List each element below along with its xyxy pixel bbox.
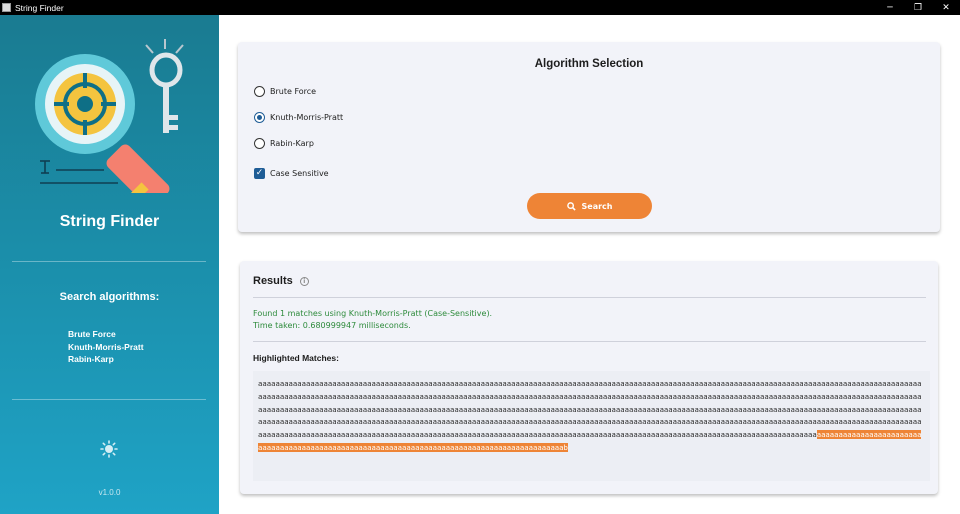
results-title: Results <box>253 275 293 287</box>
search-button-label: Search <box>581 201 613 211</box>
info-icon[interactable]: i <box>299 276 309 286</box>
magnifier-key-logo-icon <box>35 39 184 193</box>
radio-selected-icon[interactable] <box>254 112 265 123</box>
magnifier-handle <box>106 144 170 193</box>
window-title: String Finder <box>15 2 64 13</box>
results-divider-top <box>253 297 926 298</box>
case-sensitive-checkbox[interactable]: ✓ Case Sensitive <box>254 168 329 179</box>
results-heading: Results i <box>253 275 309 287</box>
version-label: v1.0.0 <box>98 488 121 497</box>
app-window: String Finder ─ ❐ ✕ String Finder Search… <box>0 0 960 514</box>
search-icon <box>566 201 576 211</box>
app-icon <box>2 3 11 12</box>
search-button[interactable]: Search <box>527 193 652 219</box>
checkbox-label: Case Sensitive <box>270 169 329 178</box>
title-bar: String Finder ─ ❐ ✕ <box>0 0 960 15</box>
radio-circle-icon[interactable] <box>254 86 265 97</box>
sidebar-divider-bottom <box>12 399 206 400</box>
window-controls: ─ ❐ ✕ <box>876 0 960 15</box>
algorithm-item-rabin-karp: Rabin-Karp <box>68 354 114 364</box>
highlighted-text: aaaaaaaaaaaaaaaaaaaaaaaaaaaaaaaaaaaaaaaa… <box>258 378 922 455</box>
algorithms-heading: Search algorithms: <box>59 291 160 303</box>
sun-icon[interactable] <box>100 440 118 458</box>
time-line: Time taken: 0.680999947 milliseconds. <box>253 321 411 330</box>
checkmark-icon[interactable]: ✓ <box>254 168 265 179</box>
sidebar: String Finder Search algorithms: Brute F… <box>0 15 219 514</box>
radio-rabin-karp[interactable]: Rabin-Karp <box>254 138 314 149</box>
sidebar-brand: String Finder <box>59 213 160 230</box>
algorithm-item-kmp: Knuth-Morris-Pratt <box>68 341 144 352</box>
radio-brute-force[interactable]: Brute Force <box>254 86 316 97</box>
close-button[interactable]: ✕ <box>932 0 960 15</box>
highlighted-text-box: aaaaaaaaaaaaaaaaaaaaaaaaaaaaaaaaaaaaaaaa… <box>253 371 930 481</box>
radio-kmp[interactable]: Knuth-Morris-Pratt <box>254 112 343 123</box>
sidebar-divider-top <box>12 261 206 262</box>
minimize-button[interactable]: ─ <box>876 0 904 15</box>
algorithms-list: Brute Force Knuth-Morris-Pratt Rabin-Kar… <box>68 328 144 366</box>
results-divider-bottom <box>253 341 926 342</box>
maximize-button[interactable]: ❐ <box>904 0 932 15</box>
radio-label: Brute Force <box>270 87 317 96</box>
algorithm-item-brute-force: Brute Force <box>68 329 116 339</box>
algorithm-selection-title: Algorithm Selection <box>534 58 644 70</box>
radio-circle-icon[interactable] <box>254 138 265 149</box>
highlighted-matches-label: Highlighted Matches: <box>253 353 339 363</box>
algorithm-selection-card: Algorithm Selection Brute Force Knuth-Mo… <box>238 42 940 232</box>
results-card: Results i Found 1 matches using Knuth-Mo… <box>240 261 938 494</box>
radio-label: Knuth-Morris-Pratt <box>270 113 344 122</box>
status-line: Found 1 matches using Knuth-Morris-Pratt… <box>253 309 493 318</box>
radio-label: Rabin-Karp <box>270 139 314 148</box>
key-icon <box>145 39 184 133</box>
